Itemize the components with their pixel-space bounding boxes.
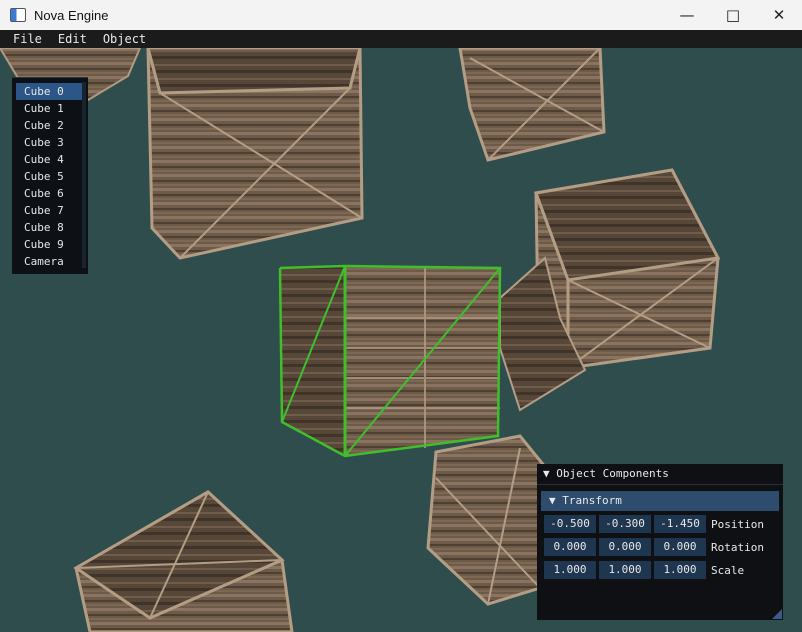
app-icon <box>10 8 26 22</box>
selected-crate <box>278 264 502 458</box>
scene-list-item[interactable]: Cube 2 <box>16 117 84 134</box>
position-z-field[interactable]: -1.450 <box>654 515 706 533</box>
close-icon[interactable]: ✕ <box>756 0 802 30</box>
scene-list-item[interactable]: Cube 5 <box>16 168 84 185</box>
scene-list-item[interactable]: Cube 8 <box>16 219 84 236</box>
scene-list-item[interactable]: Cube 1 <box>16 100 84 117</box>
title-bar: Nova Engine — □ ✕ <box>0 0 802 30</box>
components-panel-title[interactable]: ▼ Object Components <box>537 464 783 485</box>
scene-list-item[interactable]: Cube 6 <box>16 185 84 202</box>
scene-list-item[interactable]: Cube 3 <box>16 134 84 151</box>
rotation-y-field[interactable]: 0.000 <box>599 538 651 556</box>
crate <box>146 48 364 260</box>
menu-object[interactable]: Object <box>103 32 146 46</box>
position-label: Position <box>711 517 764 531</box>
scene-list-item[interactable]: Cube 0 <box>16 83 84 100</box>
scale-row: 1.000 1.000 1.000 Scale <box>544 560 783 580</box>
crate <box>426 434 548 606</box>
scale-x-field[interactable]: 1.000 <box>544 561 596 579</box>
scene-list-item[interactable]: Camera <box>16 253 84 270</box>
transform-section-header[interactable]: ▼ Transform <box>541 491 779 511</box>
position-y-field[interactable]: -0.300 <box>599 515 651 533</box>
minimize-icon[interactable]: — <box>664 0 710 30</box>
object-components-panel: ▼ Object Components ▼ Transform -0.500 -… <box>537 464 783 620</box>
menu-edit[interactable]: Edit <box>58 32 87 46</box>
menu-bar: File Edit Object <box>0 30 802 48</box>
list-scrollbar[interactable] <box>82 82 86 268</box>
position-row: -0.500 -0.300 -1.450 Position <box>544 514 783 534</box>
rotation-z-field[interactable]: 0.000 <box>654 538 706 556</box>
scale-z-field[interactable]: 1.000 <box>654 561 706 579</box>
maximize-icon[interactable]: □ <box>710 0 756 30</box>
panel-resize-grip[interactable] <box>772 609 782 619</box>
scene-list-item[interactable]: Cube 9 <box>16 236 84 253</box>
scene-list-item[interactable]: Cube 7 <box>16 202 84 219</box>
rotation-x-field[interactable]: 0.000 <box>544 538 596 556</box>
crate <box>458 48 606 162</box>
menu-file[interactable]: File <box>13 32 42 46</box>
position-x-field[interactable]: -0.500 <box>544 515 596 533</box>
scene-list-item[interactable]: Cube 4 <box>16 151 84 168</box>
scale-label: Scale <box>711 563 745 577</box>
crate <box>73 490 294 632</box>
rotation-label: Rotation <box>711 540 764 554</box>
window-title: Nova Engine <box>34 7 109 23</box>
scene-object-list: Cube 0 Cube 1 Cube 2 Cube 3 Cube 4 Cube 5 Cube… <box>12 77 88 274</box>
rotation-row: 0.000 0.000 0.000 Rotation <box>544 537 783 557</box>
scale-y-field[interactable]: 1.000 <box>599 561 651 579</box>
3d-viewport[interactable]: Cube 0 Cube 1 Cube 2 Cube 3 Cube 4 Cube 5 Cube… <box>0 48 802 632</box>
